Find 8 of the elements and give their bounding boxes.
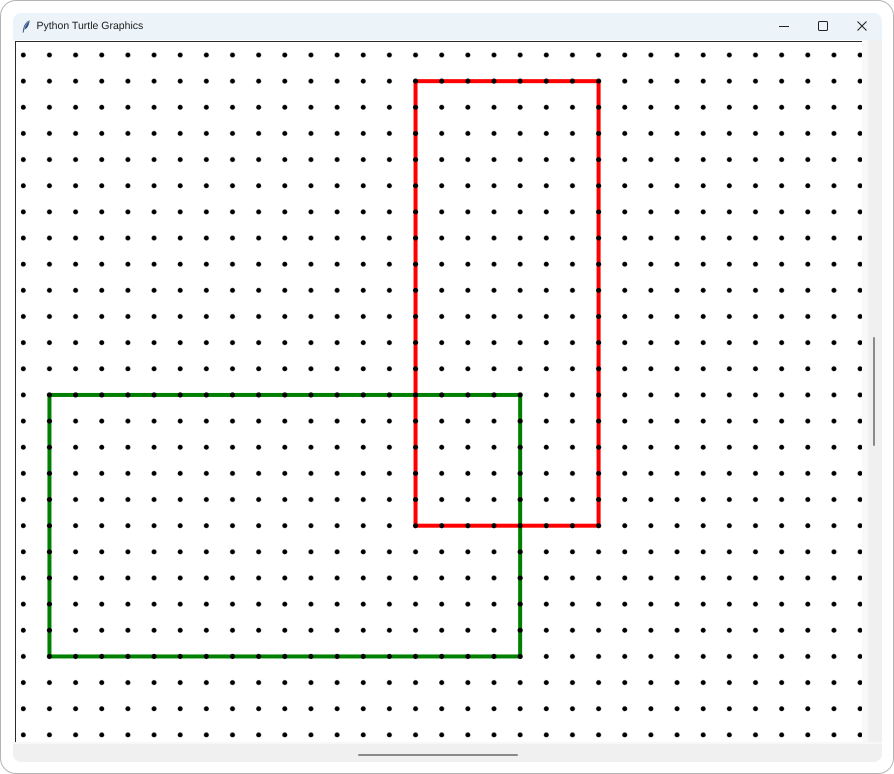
feather-icon xyxy=(22,20,30,32)
vertical-scrollbar[interactable] xyxy=(862,40,882,742)
scrollbar-thumb[interactable] xyxy=(872,336,874,446)
scrollbar-thumb[interactable] xyxy=(358,754,518,756)
close-icon[interactable] xyxy=(856,21,866,31)
window-title: Python Turtle Graphics xyxy=(36,20,144,32)
maximize-icon[interactable] xyxy=(818,21,828,31)
horizontal-scrollbar[interactable] xyxy=(12,742,882,762)
